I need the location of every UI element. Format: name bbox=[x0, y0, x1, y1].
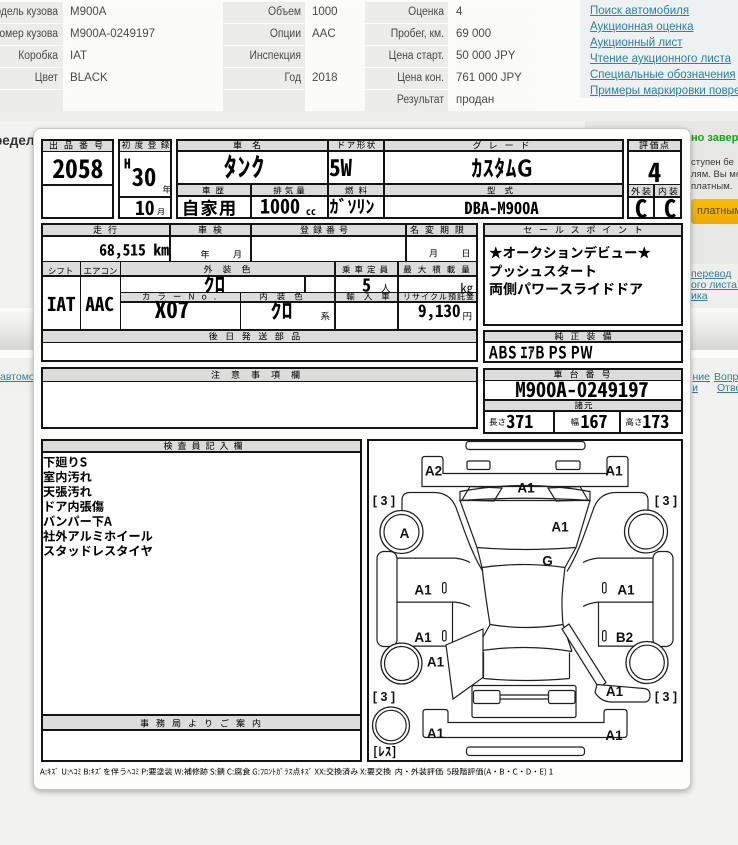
svg-text:A1: A1 bbox=[427, 654, 445, 669]
svg-text:A1: A1 bbox=[605, 728, 623, 743]
svg-text:A1: A1 bbox=[414, 630, 432, 645]
svg-text:A1: A1 bbox=[414, 582, 432, 597]
svg-text:B2: B2 bbox=[616, 630, 633, 645]
svg-text:A1: A1 bbox=[605, 463, 623, 478]
svg-text:A2: A2 bbox=[425, 463, 442, 478]
svg-text:A1: A1 bbox=[551, 519, 569, 534]
svg-text:A1: A1 bbox=[617, 582, 635, 597]
svg-text:A1: A1 bbox=[606, 684, 624, 699]
svg-text:[ 3 ]: [ 3 ] bbox=[373, 690, 395, 704]
svg-text:[ 3 ]: [ 3 ] bbox=[655, 690, 677, 704]
svg-text:A: A bbox=[400, 526, 410, 541]
svg-text:G: G bbox=[542, 553, 553, 568]
svg-text:A1: A1 bbox=[517, 480, 535, 495]
svg-text:[ 3 ]: [ 3 ] bbox=[655, 494, 677, 508]
svg-text:[ 3 ]: [ 3 ] bbox=[373, 494, 395, 508]
svg-text:A1: A1 bbox=[427, 726, 445, 741]
